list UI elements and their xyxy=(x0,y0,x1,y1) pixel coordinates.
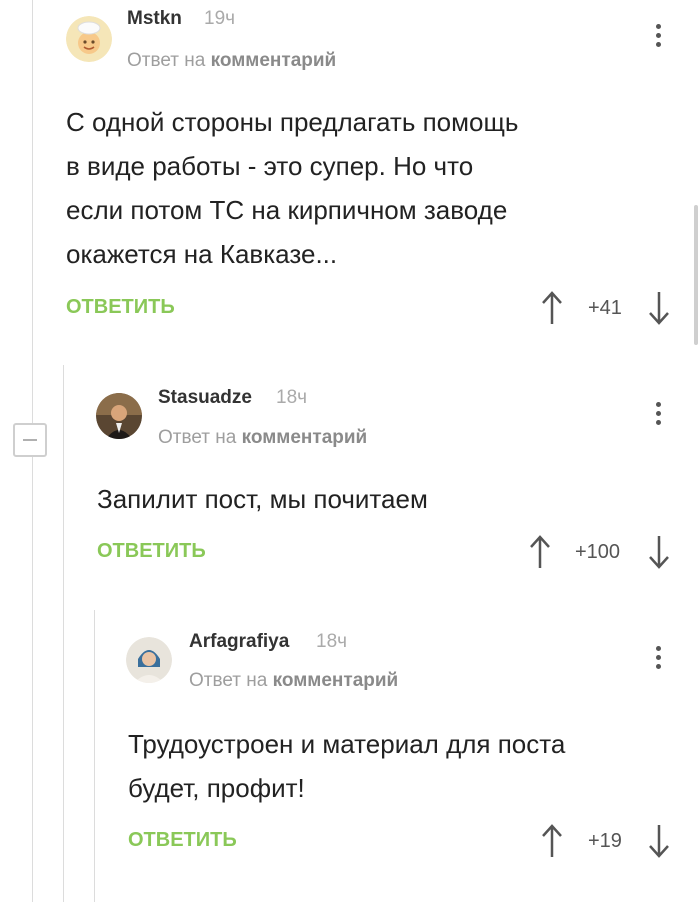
rating: +41 xyxy=(588,297,622,319)
text-line: окажется на Кавказе... xyxy=(66,239,338,269)
username[interactable]: Mstkn xyxy=(127,8,182,30)
thread-line-level-2 xyxy=(94,610,95,902)
username[interactable]: Stasuadze xyxy=(158,387,252,409)
reply-to-line: Ответ на комментарий xyxy=(189,670,398,692)
comment-text: Запилит пост, мы почитаем xyxy=(97,477,677,521)
arrow-down-icon[interactable] xyxy=(648,535,670,574)
arrow-up-icon[interactable] xyxy=(541,291,563,330)
text-line: будет, профит! xyxy=(128,773,305,803)
thread-line-level-1 xyxy=(63,365,64,902)
reply-to-prefix: Ответ на xyxy=(127,50,206,71)
timestamp: 18ч xyxy=(316,631,348,652)
kebab-menu-icon[interactable] xyxy=(654,24,662,51)
avatar xyxy=(66,16,112,62)
timestamp: 19ч xyxy=(204,8,236,29)
arrow-up-icon[interactable] xyxy=(541,824,563,863)
arrow-down-icon[interactable] xyxy=(648,291,670,330)
arrow-up-icon[interactable] xyxy=(529,535,551,574)
reply-to-link[interactable]: комментарий xyxy=(242,427,368,448)
reply-to-link[interactable]: комментарий xyxy=(273,670,399,691)
reply-to-prefix: Ответ на xyxy=(189,670,268,691)
arrow-down-icon[interactable] xyxy=(648,824,670,863)
comment-text: Трудоустроен и материал для поста будет,… xyxy=(128,722,668,810)
kebab-menu-icon[interactable] xyxy=(654,402,662,429)
text-line: если потом ТС на кирпичном заводе xyxy=(66,195,508,225)
text-line: Запилит пост, мы почитаем xyxy=(97,484,428,514)
reply-to-link[interactable]: комментарий xyxy=(211,50,337,71)
avatar xyxy=(96,393,142,439)
reply-to-line: Ответ на комментарий xyxy=(127,50,336,72)
reply-button[interactable]: ОТВЕТИТЬ xyxy=(66,296,175,319)
comment-text: С одной стороны предлагать помощь в виде… xyxy=(66,100,646,276)
timestamp: 18ч xyxy=(276,387,308,408)
collapse-minus-icon[interactable] xyxy=(13,423,47,457)
reply-to-prefix: Ответ на xyxy=(158,427,237,448)
rating: +19 xyxy=(588,830,622,852)
text-line: в виде работы - это супер. Но что xyxy=(66,151,474,181)
text-line: С одной стороны предлагать помощь xyxy=(66,107,519,137)
kebab-menu-icon[interactable] xyxy=(654,646,662,673)
reply-button[interactable]: ОТВЕТИТЬ xyxy=(97,540,206,563)
reply-to-line: Ответ на комментарий xyxy=(158,427,367,449)
username[interactable]: Arfagrafiya xyxy=(189,631,289,653)
text-line: Трудоустроен и материал для поста xyxy=(128,729,566,759)
scrollbar[interactable] xyxy=(694,205,698,345)
reply-button[interactable]: ОТВЕТИТЬ xyxy=(128,829,237,852)
rating: +100 xyxy=(575,541,621,563)
avatar xyxy=(126,637,172,683)
